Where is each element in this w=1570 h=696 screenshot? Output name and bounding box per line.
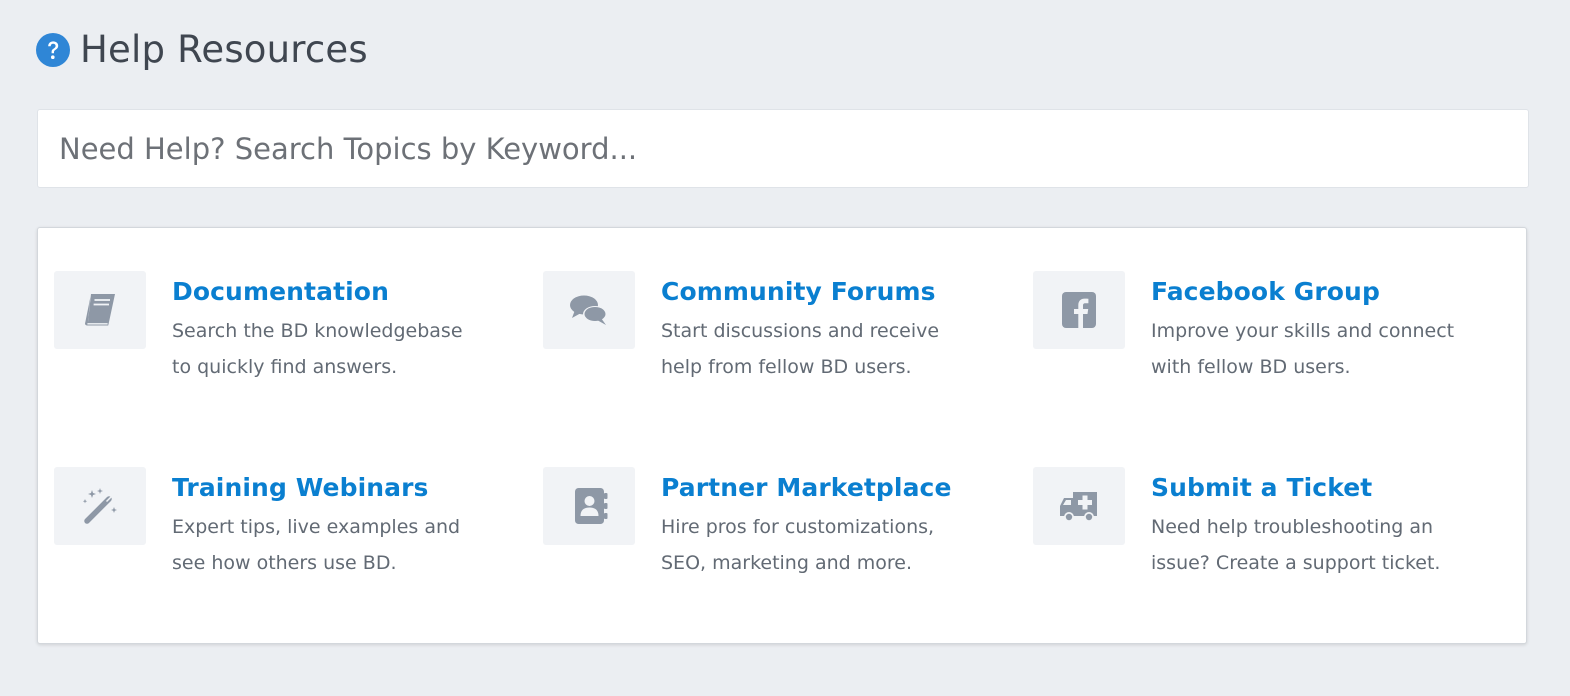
resource-description-line: Start discussions and receive [661, 320, 940, 342]
resource-description-line: with fellow BD users. [1151, 356, 1351, 378]
resource-description-line: Need help troubleshooting an [1151, 516, 1434, 538]
resource-card-training-webinars[interactable]: Training Webinars Expert tips, live exam… [54, 467, 514, 597]
resource-description: Expert tips, live examples and see how o… [172, 509, 512, 581]
resource-card-partner-marketplace[interactable]: Partner Marketplace Hire pros for custom… [543, 467, 1003, 597]
address-book-icon [575, 488, 608, 524]
resource-description-line: Expert tips, live examples and [172, 516, 461, 538]
resource-description-line: Improve your skills and connect [1151, 320, 1455, 342]
resource-description: Hire pros for customizations, SEO, marke… [661, 509, 1001, 581]
resource-description-line: SEO, marketing and more. [661, 552, 912, 574]
icon-tile [54, 271, 146, 349]
search-box[interactable] [37, 109, 1529, 188]
facebook-icon [1062, 292, 1096, 328]
resource-description-line: Search the BD knowledgebase [172, 320, 463, 342]
resource-description-line: to quickly find answers. [172, 356, 398, 378]
resource-title[interactable]: Submit a Ticket [1151, 471, 1372, 505]
resource-description: Need help troubleshooting an issue? Crea… [1151, 509, 1491, 581]
resource-card-submit-ticket[interactable]: Submit a Ticket Need help troubleshootin… [1033, 467, 1493, 597]
search-input[interactable] [38, 110, 1528, 187]
resource-description-line: help from fellow BD users. [661, 356, 912, 378]
page-title: Help Resources [80, 28, 368, 71]
resource-card-facebook-group[interactable]: Facebook Group Improve your skills and c… [1033, 271, 1493, 401]
resource-description: Start discussions and receive help from … [661, 313, 1001, 385]
book-icon [85, 294, 115, 326]
resource-title[interactable]: Partner Marketplace [661, 471, 952, 505]
resource-description-line: see how others use BD. [172, 552, 397, 574]
resource-title[interactable]: Community Forums [661, 275, 936, 309]
page-header: Help Resources [36, 28, 368, 72]
resource-description: Improve your skills and connect with fel… [1151, 313, 1491, 385]
resource-title[interactable]: Facebook Group [1151, 275, 1380, 309]
icon-tile [54, 467, 146, 545]
resource-title[interactable]: Documentation [172, 275, 389, 309]
resource-description: Search the BD knowledgebase to quickly f… [172, 313, 512, 385]
question-circle-icon [36, 33, 70, 67]
resource-description-line: issue? Create a support ticket. [1151, 552, 1441, 574]
resource-description-line: Hire pros for customizations, [661, 516, 935, 538]
ambulance-icon [1060, 492, 1097, 522]
icon-tile [1033, 467, 1125, 545]
magic-wand-icon [82, 488, 117, 524]
resource-title[interactable]: Training Webinars [172, 471, 429, 505]
resources-panel: Documentation Search the BD knowledgebas… [37, 227, 1527, 644]
icon-tile [543, 467, 635, 545]
resource-card-community-forums[interactable]: Community Forums Start discussions and r… [543, 271, 1003, 401]
icon-tile [543, 271, 635, 349]
resource-card-documentation[interactable]: Documentation Search the BD knowledgebas… [54, 271, 514, 401]
comments-icon [570, 295, 607, 325]
icon-tile [1033, 271, 1125, 349]
